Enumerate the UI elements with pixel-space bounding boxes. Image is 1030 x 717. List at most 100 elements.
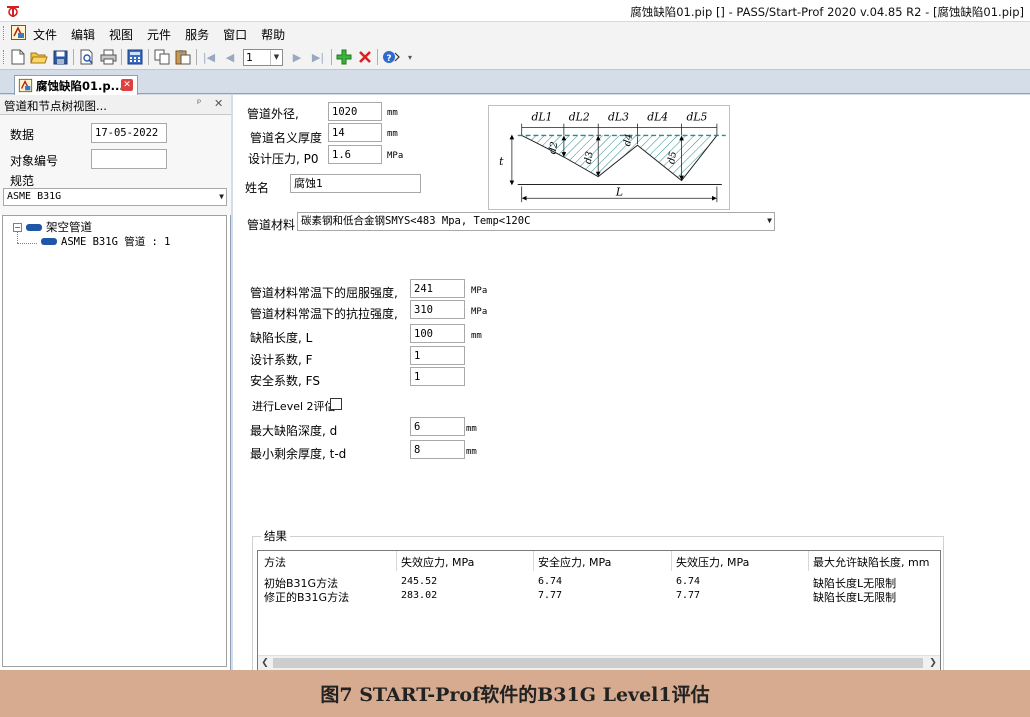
toolbar-separator <box>73 49 74 65</box>
column-divider <box>396 551 397 571</box>
document-icon <box>18 78 33 93</box>
document-menu-icon[interactable] <box>10 24 27 41</box>
yield-strength-input[interactable]: 241 <box>410 279 465 298</box>
table-cell: 6.74 <box>538 576 563 587</box>
add-icon[interactable] <box>335 48 353 66</box>
column-header-method[interactable]: 方法 <box>264 554 286 570</box>
chevron-down-icon[interactable]: ▼ <box>270 50 282 65</box>
column-header-failure-stress[interactable]: 失效应力, MPa <box>401 554 474 570</box>
design-pressure-input[interactable]: 1.6 <box>328 145 382 164</box>
safety-factor-label: 安全系数, FS <box>250 374 320 388</box>
defect-length-input[interactable]: 100 <box>410 324 465 343</box>
name-input[interactable]: 腐蚀1 <box>290 174 421 193</box>
dl1-label: dL1 <box>532 111 553 124</box>
safety-factor-input[interactable]: 1 <box>410 367 465 386</box>
column-header-failure-pressure[interactable]: 失效压力, MPa <box>676 554 749 570</box>
min-remaining-thickness-label: 最小剩余厚度, t-d <box>250 447 347 461</box>
nominal-thickness-unit: mm <box>387 129 398 139</box>
max-defect-depth-input[interactable]: 6 <box>410 417 465 436</box>
copy-icon[interactable] <box>153 48 171 66</box>
tab-document[interactable]: 腐蚀缺陷01.p... ✕ <box>14 75 138 95</box>
page-number-select[interactable]: 1 ▼ <box>243 49 283 66</box>
tree-view-panel: 管道和节点树视图... ᵖ ✕ 数据 17-05-2022 对象编号 规范 AS… <box>0 95 231 670</box>
toolbar-overflow-icon[interactable]: ▾ <box>405 48 415 66</box>
menu-file[interactable]: 文件 <box>33 26 64 43</box>
tab-document-label: 腐蚀缺陷01.p... <box>36 78 124 93</box>
pin-icon[interactable]: ᵖ <box>197 98 201 109</box>
menu-view[interactable]: 视图 <box>109 26 140 43</box>
next-page-icon[interactable]: ▶ <box>288 48 306 66</box>
menu-edit[interactable]: 编辑 <box>71 26 102 43</box>
column-header-safe-stress[interactable]: 安全应力, MPa <box>538 554 611 570</box>
object-id-field[interactable] <box>91 149 167 169</box>
new-file-icon[interactable] <box>9 48 27 66</box>
menu-service[interactable]: 服务 <box>185 26 216 43</box>
close-icon[interactable]: ✕ <box>214 97 223 110</box>
menu-help[interactable]: 帮助 <box>261 26 292 43</box>
code-select[interactable]: ASME B31G ▼ <box>3 188 227 206</box>
pipe-icon <box>26 223 42 231</box>
yield-strength-label: 管道材料常温下的屈服强度, <box>250 286 398 300</box>
horizontal-scrollbar[interactable]: ❮ ❯ <box>258 655 940 670</box>
tree-connector <box>17 243 37 244</box>
help-icon[interactable]: ? <box>382 48 400 66</box>
column-header-max-length[interactable]: 最大允许缺陷长度, mm <box>813 554 929 570</box>
scroll-right-icon[interactable]: ❯ <box>926 656 940 671</box>
menu-bar: 文件 编辑 视图 元件 服务 窗口 帮助 <box>0 22 1030 44</box>
print-icon[interactable] <box>99 48 117 66</box>
tree-node-root-label: 架空管道 <box>46 220 92 234</box>
d2-label: d2 <box>547 141 560 155</box>
name-label: 姓名 <box>245 181 270 195</box>
tree-node-child[interactable]: ASME B31G 管道 : 1 <box>41 234 171 249</box>
prev-page-icon[interactable]: ◀ <box>221 48 239 66</box>
design-factor-label: 设计系数, F <box>250 353 313 367</box>
toolbar-separator <box>196 49 197 65</box>
date-field[interactable]: 17-05-2022 <box>91 123 167 143</box>
calculator-icon[interactable] <box>126 48 144 66</box>
menu-element[interactable]: 元件 <box>147 26 178 43</box>
object-properties: 数据 17-05-2022 对象编号 规范 ASME B31G ▼ <box>0 115 231 215</box>
outer-diameter-label: 管道外径, <box>247 107 299 121</box>
object-id-label: 对象编号 <box>10 154 59 168</box>
app-logo-icon <box>7 6 19 17</box>
tree-node-root[interactable]: − 架空管道 <box>13 219 92 235</box>
nominal-thickness-input[interactable]: 14 <box>328 123 382 142</box>
pipe-tree: − 架空管道 ASME B31G 管道 : 1 <box>2 215 227 667</box>
close-icon[interactable]: ✕ <box>121 79 133 91</box>
d4-label: d4 <box>622 133 635 147</box>
paste-icon[interactable] <box>174 48 192 66</box>
min-remaining-thickness-input[interactable]: 8 <box>410 440 465 459</box>
print-preview-icon[interactable] <box>78 48 96 66</box>
level2-checkbox[interactable] <box>330 398 342 410</box>
collapse-icon[interactable]: − <box>13 222 22 232</box>
design-pressure-label: 设计压力, P0 <box>248 152 319 166</box>
design-factor-input[interactable]: 1 <box>410 346 465 365</box>
toolbar-separator <box>331 49 332 65</box>
defect-length-label: 缺陷长度, L <box>250 331 313 345</box>
material-select[interactable]: 碳素钢和低合金钢SMYS<483 Mpa, Temp<120C ▼ <box>297 212 775 231</box>
tensile-strength-input[interactable]: 310 <box>410 300 465 319</box>
first-page-icon[interactable]: |◀ <box>200 48 218 66</box>
outer-diameter-input[interactable]: 1020 <box>328 102 382 121</box>
toolbar: |◀ ◀ 1 ▼ ▶ ▶| ? ▾ <box>0 44 1030 70</box>
open-folder-icon[interactable] <box>30 48 48 66</box>
last-page-icon[interactable]: ▶| <box>309 48 327 66</box>
scrollbar-thumb[interactable] <box>273 658 923 668</box>
menubar-grip <box>3 26 5 40</box>
menu-window[interactable]: 窗口 <box>223 26 254 43</box>
d5-label: d5 <box>666 151 679 165</box>
design-pressure-unit: MPa <box>387 151 404 161</box>
tensile-strength-unit: MPa <box>471 307 488 317</box>
delete-icon[interactable] <box>356 48 374 66</box>
scroll-left-icon[interactable]: ❮ <box>258 656 272 671</box>
document-tab-strip: 腐蚀缺陷01.p... ✕ <box>0 70 1030 95</box>
results-label: 结果 <box>261 528 290 544</box>
table-cell: 283.02 <box>401 590 438 601</box>
chevron-down-icon[interactable]: ▼ <box>219 189 224 205</box>
menu-items: 文件 编辑 视图 元件 服务 窗口 帮助 <box>33 26 299 43</box>
toolbar-separator <box>148 49 149 65</box>
save-icon[interactable] <box>51 48 69 66</box>
chevron-down-icon[interactable]: ▼ <box>767 213 772 229</box>
svg-text:?: ? <box>386 54 391 64</box>
data-label: 数据 <box>10 128 35 142</box>
